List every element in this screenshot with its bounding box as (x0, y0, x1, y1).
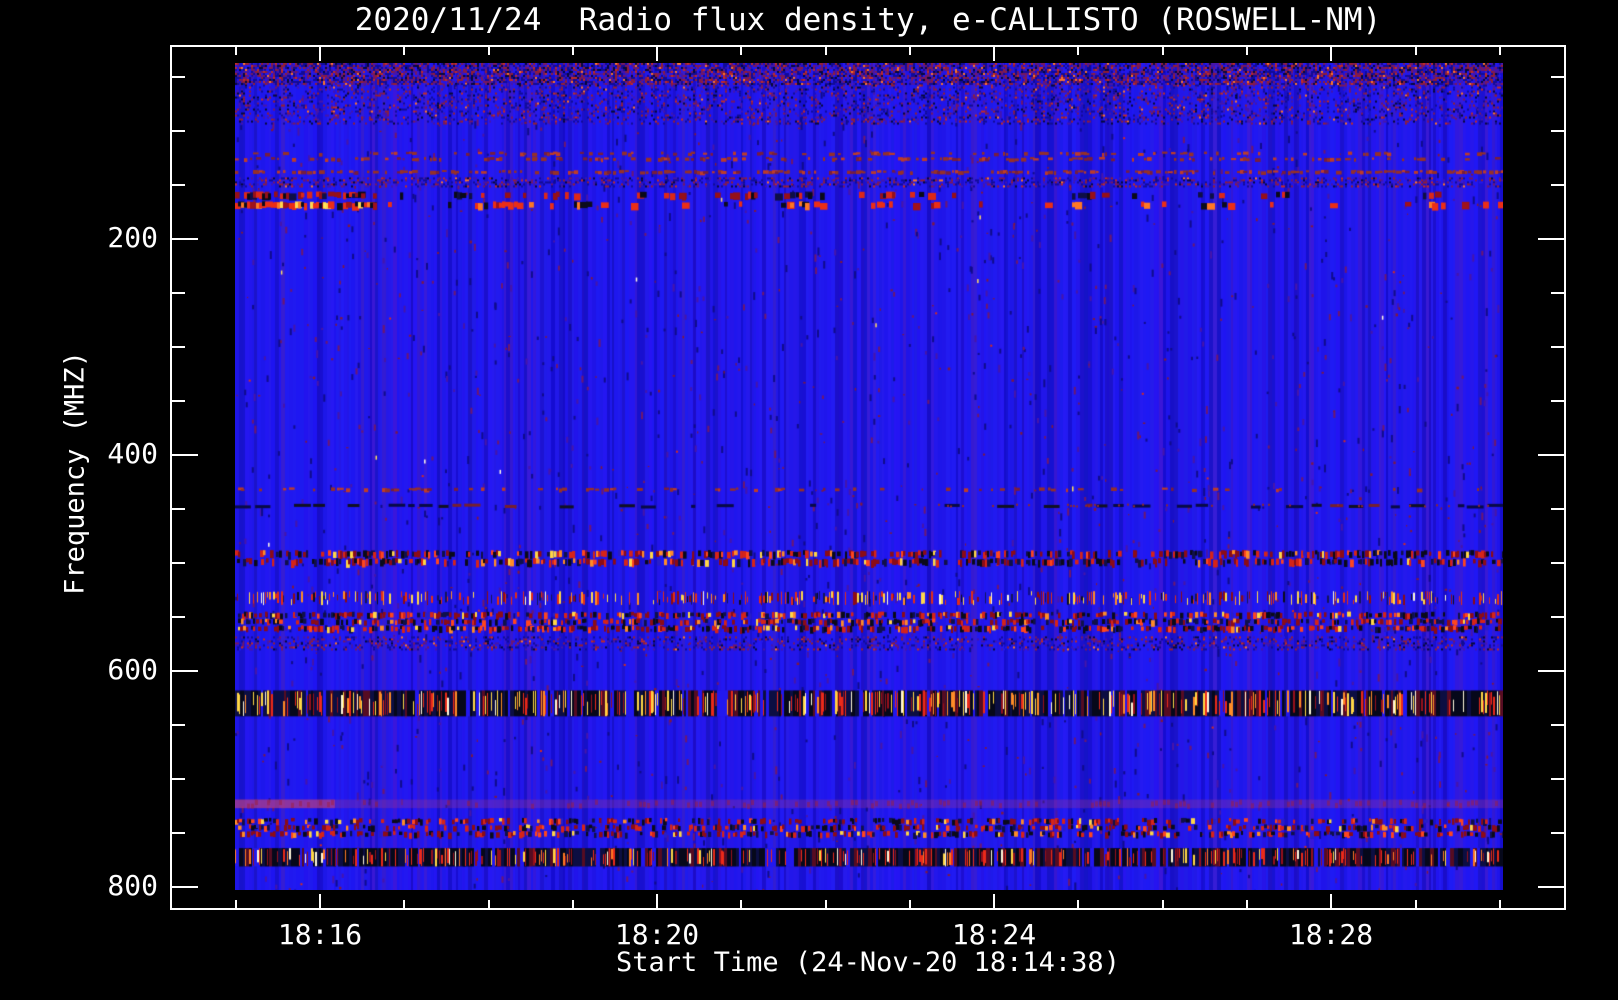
axis-tick (1415, 900, 1417, 908)
axis-tick (1499, 900, 1501, 908)
axis-tick (825, 900, 827, 908)
axis-tick (1538, 886, 1564, 888)
axis-tick (1077, 900, 1079, 908)
chart-title: 2020/11/24 Radio flux density, e-CALLIST… (354, 2, 1382, 38)
axis-tick (1538, 454, 1564, 456)
axis-tick (172, 562, 185, 564)
axis-tick (1538, 238, 1564, 240)
axis-tick (1077, 47, 1079, 55)
axis-tick (572, 900, 574, 908)
axis-tick (172, 508, 185, 510)
axis-tick (1246, 47, 1248, 55)
axis-tick (740, 47, 742, 55)
axis-tick (1330, 894, 1332, 908)
axis-tick (572, 47, 574, 55)
axis-tick (1551, 508, 1564, 510)
axis-tick (172, 454, 198, 456)
axis-tick (993, 894, 995, 908)
spectrogram-page: 2020/11/24 Radio flux density, e-CALLIST… (0, 0, 1618, 1000)
axis-tick (993, 47, 995, 61)
y-tick-label: 800 (107, 869, 158, 902)
axis-tick (172, 130, 185, 132)
axis-tick (1551, 292, 1564, 294)
axis-tick (1551, 76, 1564, 78)
axis-tick (172, 724, 185, 726)
axis-tick (172, 346, 185, 348)
axis-tick (1551, 562, 1564, 564)
axis-tick (1551, 346, 1564, 348)
axis-tick (403, 900, 405, 908)
axis-tick (656, 47, 658, 61)
axis-tick (172, 886, 198, 888)
axis-tick (1330, 47, 1332, 61)
axis-tick (1538, 670, 1564, 672)
axis-tick (909, 900, 911, 908)
axis-tick (403, 47, 405, 55)
axis-tick (1551, 724, 1564, 726)
axis-tick (172, 184, 185, 186)
axis-tick (1499, 47, 1501, 55)
axis-tick (319, 894, 321, 908)
plot-frame (170, 45, 1566, 910)
axis-tick (172, 238, 198, 240)
axis-tick (1551, 778, 1564, 780)
axis-tick (319, 47, 321, 61)
axis-tick (488, 900, 490, 908)
axis-tick (1551, 130, 1564, 132)
axis-tick (740, 900, 742, 908)
axis-tick (1415, 47, 1417, 55)
axis-tick (656, 894, 658, 908)
axis-tick (1162, 900, 1164, 908)
axis-tick (172, 292, 185, 294)
axis-tick (172, 778, 185, 780)
axis-tick (1551, 832, 1564, 834)
y-tick-label: 200 (107, 221, 158, 254)
axis-tick (172, 400, 185, 402)
y-tick-label: 400 (107, 437, 158, 470)
x-axis-label: Start Time (24-Nov-20 18:14:38) (616, 947, 1120, 978)
axis-tick (1551, 616, 1564, 618)
axis-tick (172, 616, 185, 618)
axis-tick (172, 670, 198, 672)
axis-tick (172, 832, 185, 834)
axis-tick (1162, 47, 1164, 55)
y-tick-label: 600 (107, 653, 158, 686)
axis-tick (235, 900, 237, 908)
axis-tick (488, 47, 490, 55)
axis-tick (1551, 184, 1564, 186)
axis-tick (909, 47, 911, 55)
y-axis-label: Frequency (MHZ) (59, 351, 91, 595)
axis-tick (235, 47, 237, 55)
axis-tick (172, 76, 185, 78)
axis-tick (1551, 400, 1564, 402)
axis-tick (825, 47, 827, 55)
axis-tick (1246, 900, 1248, 908)
